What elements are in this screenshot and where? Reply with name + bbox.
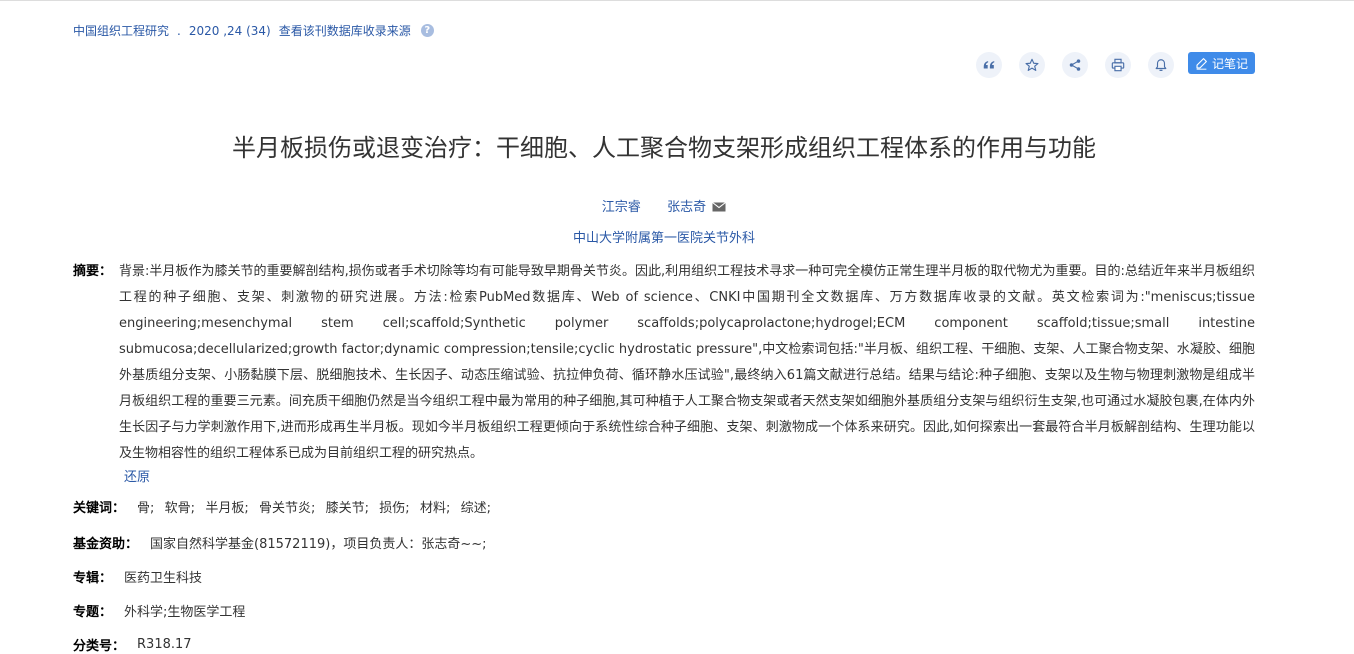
share-icon [1069, 59, 1081, 71]
keyword-link[interactable]: 软骨; [165, 497, 195, 516]
fund-link[interactable]: 国家自然科学基金(81572119)，项目负责人：张志奇~~; [150, 533, 486, 552]
keyword-link[interactable]: 半月板; [205, 497, 248, 516]
print-icon [1111, 58, 1125, 72]
album-value: 医药卫生科技 [124, 571, 203, 586]
classification-row: 分类号： R318.17 [73, 635, 192, 654]
mail-icon[interactable] [712, 202, 727, 212]
abstract-label: 摘要： [73, 264, 113, 279]
database-source-link[interactable]: 查看该刊数据库收录来源 [279, 22, 411, 39]
edit-icon [1196, 57, 1207, 70]
quote-button[interactable] [976, 52, 1002, 78]
quote-icon [983, 61, 995, 69]
print-button[interactable] [1105, 52, 1131, 78]
help-icon[interactable]: ? [420, 24, 434, 37]
keyword-link[interactable]: 综述; [461, 497, 491, 516]
take-notes-button[interactable]: 记笔记 [1188, 52, 1255, 74]
abstract-text: 背景:半月板作为膝关节的重要解剖结构,损伤或者手术切除等均有可能导致早期骨关节炎… [119, 264, 1255, 461]
topic-value: 外科学;生物医学工程 [124, 605, 246, 620]
share-button[interactable] [1062, 52, 1088, 78]
author-list: 江宗睿 张志奇 [0, 196, 1328, 215]
keywords-label: 关键词： [73, 501, 126, 516]
bell-icon [1155, 59, 1167, 72]
topic-label: 专题： [73, 605, 113, 620]
affiliation-link[interactable]: 中山大学附属第一医院关节外科 [0, 227, 1328, 246]
source-dot: . [177, 23, 181, 38]
restore-link[interactable]: 还原 [124, 466, 150, 485]
article-title: 半月板损伤或退变治疗：干细胞、人工聚合物支架形成组织工程体系的作用与功能 [232, 134, 1096, 162]
keyword-link[interactable]: 骨; [137, 497, 154, 516]
star-icon [1025, 58, 1039, 71]
alert-button[interactable] [1148, 52, 1174, 78]
album-label: 专辑： [73, 571, 113, 586]
journal-link[interactable]: 中国组织工程研究 [73, 22, 169, 39]
keyword-link[interactable]: 骨关节炎; [259, 497, 315, 516]
issue-link[interactable]: 2020 ,24 (34) [189, 24, 271, 38]
fund-label: 基金资助： [73, 537, 139, 552]
classification-value: R318.17 [137, 637, 192, 652]
topic-row: 专题： 外科学;生物医学工程 [73, 601, 245, 620]
favorite-button[interactable] [1019, 52, 1045, 78]
keyword-link[interactable]: 损伤; [379, 497, 409, 516]
fund-row: 基金资助： 国家自然科学基金(81572119)，项目负责人：张志奇~~; [73, 533, 487, 552]
top-divider [0, 0, 1354, 4]
keyword-link[interactable]: 膝关节; [326, 497, 369, 516]
author-link[interactable]: 张志奇 [667, 200, 706, 215]
album-row: 专辑： 医药卫生科技 [73, 567, 202, 586]
take-notes-label: 记笔记 [1211, 56, 1248, 71]
source-line: 中国组织工程研究 . 2020 ,24 (34) 查看该刊数据库收录来源 ? [73, 22, 434, 39]
keyword-link[interactable]: 材料; [420, 497, 450, 516]
keywords-row: 关键词： 骨; 软骨; 半月板; 骨关节炎; 膝关节; 损伤; 材料; 综述; [73, 497, 493, 516]
author-link[interactable]: 江宗睿 [602, 200, 641, 215]
classification-label: 分类号： [73, 639, 126, 654]
article-toolbar [976, 52, 1191, 78]
